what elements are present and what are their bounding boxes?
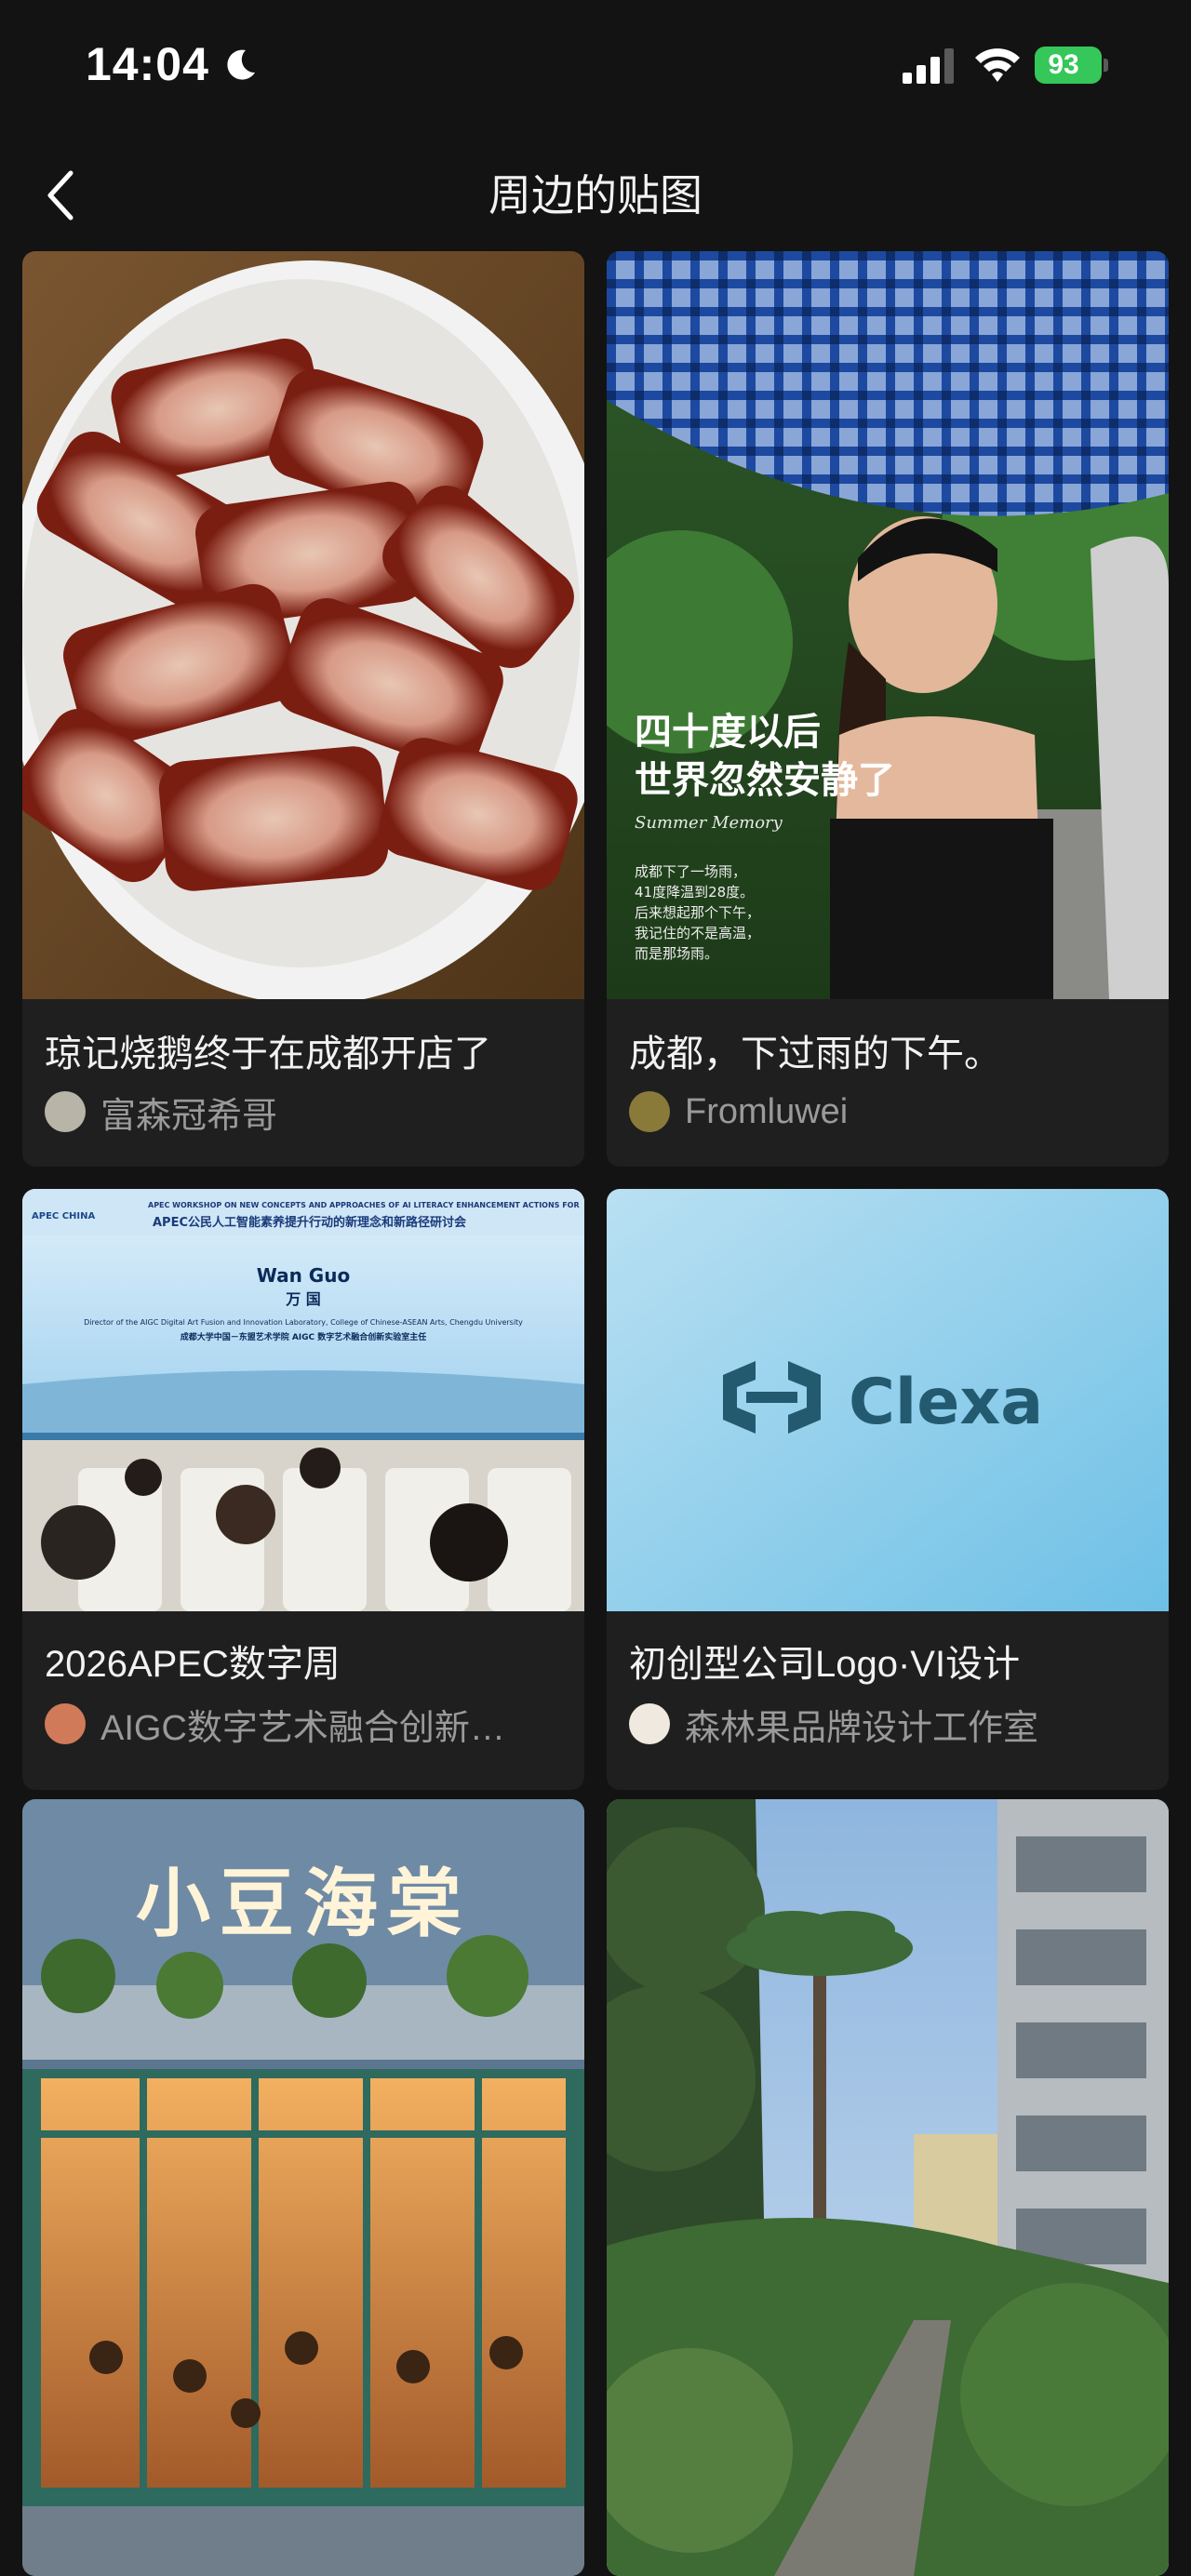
card-image-courtyard [607,1799,1169,2576]
card-restaurant[interactable]: 小豆海棠 [22,1799,584,2576]
card-title: 琼记烧鹅终于在成都开店了 [45,1034,491,1074]
card-image-clexa: Clexa [607,1189,1169,1611]
status-time: 14:04 [86,38,209,90]
card-image-conference: APEC CHINA APEC WORKSHOP ON NEW CONCEPTS… [22,1189,584,1611]
card-clexa[interactable]: Clexa 初创型公司Logo·VI设计 森林果品牌设计工作室 [607,1189,1169,1790]
cellular-signal-icon [903,48,954,84]
card-title: 成都，下过雨的下午。 [629,1034,1001,1074]
author-name: 富森冠希哥 [100,1096,278,1136]
overlay-line-1: 成都下了一场雨， [635,863,746,880]
overlay-line-4: 我记住的不是高温， [635,925,760,941]
card-author[interactable]: AIGC数字艺术融合创新… [45,1701,575,1748]
battery-cap [1104,59,1108,72]
chevron-left-icon [47,170,74,220]
conference-image: APEC CHINA APEC WORKSHOP ON NEW CONCEPTS… [22,1189,584,1611]
overlay-line-2: 41度降温到28度。 [635,884,754,901]
banner-en: APEC WORKSHOP ON NEW CONCEPTS AND APPROA… [148,1201,580,1209]
card-roast-pork[interactable]: 琼记烧鹅终于在成都开店了 富森冠希哥 [22,251,584,1167]
card-courtyard[interactable] [607,1799,1169,2576]
card-title: 初创型公司Logo·VI设计 [629,1644,1021,1685]
avatar [629,1703,670,1744]
avatar [45,1703,86,1744]
author-name: AIGC数字艺术融合创新… [100,1708,505,1748]
speaker-cn: 万 国 [285,1290,321,1308]
card-author[interactable]: 森林果品牌设计工作室 [629,1701,1159,1748]
logo-text: APEC CHINA [32,1211,96,1221]
overlay-line-5: 而是那场雨。 [635,945,718,962]
battery-level: 93 [1048,49,1079,80]
card-author[interactable]: 富森冠希哥 [45,1088,575,1136]
umbrella-woman-image: 四十度以后 世界忽然安静了 Summer Memory 成都下了一场雨， 41度… [607,251,1169,999]
wifi-icon [975,48,1020,82]
clexa-logo-image: Clexa [607,1189,1169,1611]
card-author[interactable]: Fromluwei [629,1088,1159,1135]
author-name: 森林果品牌设计工作室 [685,1708,1039,1748]
overlay-line-3: 后来想起那个下午， [635,904,760,921]
status-bar: 14:04 93 [0,0,1191,130]
overlay-script: Summer Memory [635,813,783,833]
roast-pork-image [22,251,584,999]
moon-icon [227,49,255,80]
battery-indicator: 93 [1035,47,1109,84]
back-button[interactable] [33,158,89,233]
speaker-role: Director of the AIGC Digital Art Fusion … [84,1318,523,1327]
card-apec[interactable]: APEC CHINA APEC WORKSHOP ON NEW CONCEPTS… [22,1189,584,1790]
card-title: 2026APEC数字周 [45,1644,341,1685]
author-name: Fromluwei [685,1091,849,1131]
speaker-en: Wan Guo [257,1264,350,1287]
overlay-headline-1: 四十度以后 [635,710,821,754]
nav-bar: 周边的贴图 [0,149,1191,242]
restaurant-image: 小豆海棠 [22,1799,584,2576]
card-image-roast-pork [22,251,584,999]
avatar [45,1091,86,1132]
card-image-restaurant: 小豆海棠 [22,1799,584,2576]
banner-cn: APEC公民人工智能素养提升行动的新理念和新路径研讨会 [153,1215,467,1230]
restaurant-sign: 小豆海棠 [136,1860,471,1947]
card-image-umbrella: 四十度以后 世界忽然安静了 Summer Memory 成都下了一场雨， 41度… [607,251,1169,999]
page-title: 周边的贴图 [488,171,703,220]
courtyard-image [607,1799,1169,2576]
avatar [629,1091,670,1132]
clexa-wordmark: Clexa [849,1366,1043,1439]
overlay-headline-2: 世界忽然安静了 [635,758,895,802]
speaker-role-cn: 成都大学中国－东盟艺术学院 AIGC 数字艺术融合创新实验室主任 [181,1331,427,1342]
card-chengdu-rain[interactable]: 四十度以后 世界忽然安静了 Summer Memory 成都下了一场雨， 41度… [607,251,1169,1167]
